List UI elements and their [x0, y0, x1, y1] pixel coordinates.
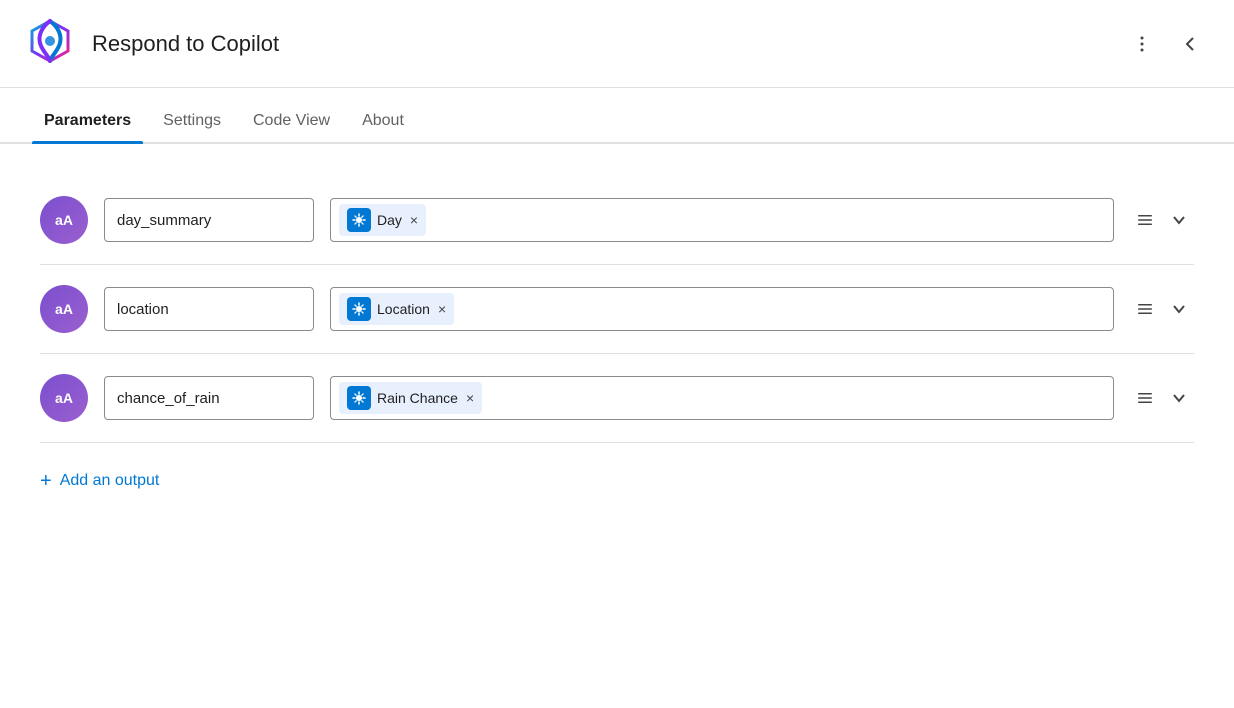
add-output-button[interactable]: + Add an output: [40, 467, 159, 495]
chevron-down-icon: [1170, 211, 1188, 229]
hamburger-icon: [1136, 211, 1154, 229]
avatar-label: aA: [55, 212, 73, 228]
value-tag-text-location: Location: [377, 301, 430, 317]
value-tag-text-rain-chance: Rain Chance: [377, 390, 458, 406]
collapse-button[interactable]: [1170, 24, 1210, 64]
chevron-down-icon: [1170, 300, 1188, 318]
row-menu-button-day[interactable]: [1130, 205, 1160, 235]
param-name-text: chance_of_rain: [117, 390, 220, 407]
more-vertical-icon: [1132, 34, 1152, 54]
row-actions-location: [1130, 294, 1194, 324]
row-expand-button-location[interactable]: [1164, 294, 1194, 324]
hamburger-icon: [1136, 300, 1154, 318]
tab-bar: Parameters Settings Code View About: [0, 88, 1234, 144]
chevron-left-icon: [1180, 34, 1200, 54]
value-tag-close-day[interactable]: ×: [410, 213, 418, 227]
row-expand-button-day[interactable]: [1164, 205, 1194, 235]
tab-code-view[interactable]: Code View: [241, 112, 342, 142]
hamburger-icon: [1136, 389, 1154, 407]
value-tag-close-location[interactable]: ×: [438, 302, 446, 316]
param-value-location[interactable]: Location ×: [330, 287, 1114, 331]
app-title: Respond to Copilot: [92, 31, 279, 57]
more-options-button[interactable]: [1122, 24, 1162, 64]
param-row-location: aA location: [40, 265, 1194, 354]
avatar-chance-of-rain: aA: [40, 374, 88, 422]
row-actions-chance-of-rain: [1130, 383, 1194, 413]
sun-icon: [352, 213, 366, 227]
param-value-day-summary[interactable]: Day ×: [330, 198, 1114, 242]
header-actions: [1122, 24, 1210, 64]
row-menu-button-location[interactable]: [1130, 294, 1160, 324]
value-tag-location: Location ×: [339, 293, 454, 325]
sun-icon: [352, 302, 366, 316]
add-output-label: Add an output: [60, 472, 160, 490]
param-name-chance-of-rain: chance_of_rain: [104, 376, 314, 420]
row-menu-button-rain[interactable]: [1130, 383, 1160, 413]
param-name-day-summary: day_summary: [104, 198, 314, 242]
tab-settings[interactable]: Settings: [151, 112, 233, 142]
tab-about[interactable]: About: [350, 112, 416, 142]
row-expand-button-rain[interactable]: [1164, 383, 1194, 413]
param-name-text: day_summary: [117, 212, 211, 229]
value-tag-rain-chance: Rain Chance ×: [339, 382, 482, 414]
tab-parameters[interactable]: Parameters: [32, 112, 143, 142]
avatar-label: aA: [55, 301, 73, 317]
parameters-content: aA day_summary: [0, 144, 1234, 527]
avatar-location: aA: [40, 285, 88, 333]
avatar-label: aA: [55, 390, 73, 406]
param-row-day-summary: aA day_summary: [40, 176, 1194, 265]
param-name-text: location: [117, 301, 169, 318]
app-logo-icon: [24, 15, 76, 72]
param-name-location: location: [104, 287, 314, 331]
sun-icon: [352, 391, 366, 405]
value-tag-icon-location: [347, 297, 371, 321]
header: Respond to Copilot: [0, 0, 1234, 88]
chevron-down-icon: [1170, 389, 1188, 407]
value-tag-icon-day: [347, 208, 371, 232]
param-row-chance-of-rain: aA chance_of_rain: [40, 354, 1194, 443]
header-left: Respond to Copilot: [24, 15, 279, 72]
plus-icon: +: [40, 471, 52, 491]
avatar-day-summary: aA: [40, 196, 88, 244]
value-tag-close-rain-chance[interactable]: ×: [466, 391, 474, 405]
value-tag-icon-rain-chance: [347, 386, 371, 410]
param-value-chance-of-rain[interactable]: Rain Chance ×: [330, 376, 1114, 420]
value-tag-text-day: Day: [377, 212, 402, 228]
value-tag-day: Day ×: [339, 204, 426, 236]
row-actions-day-summary: [1130, 205, 1194, 235]
